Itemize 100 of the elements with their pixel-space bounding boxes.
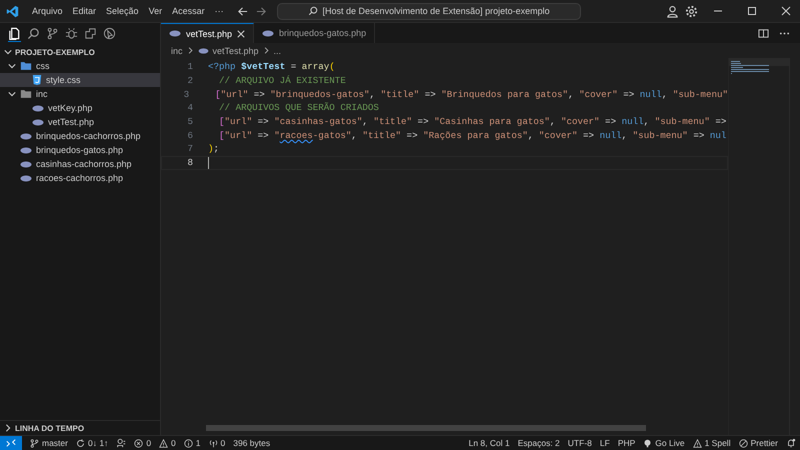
status-item[interactable]: LF xyxy=(596,438,614,448)
remote-button[interactable] xyxy=(0,436,22,450)
settings-icon[interactable] xyxy=(685,4,698,18)
editor-tab[interactable]: vetTest.php xyxy=(161,23,254,43)
app-logo-icon xyxy=(6,4,19,18)
menu-item[interactable]: Arquivo xyxy=(27,6,68,16)
code-line: ["url" => "casinhas-gatos", "title" => "Casinhas para gatos", "cover" => null, "sub-menu" => xyxy=(218,116,726,128)
tree-item[interactable]: inc xyxy=(0,87,160,101)
menu-item[interactable]: ··· xyxy=(210,6,229,16)
tree-item[interactable]: brinquedos-cachorros.php xyxy=(0,129,160,143)
line-number: 5 xyxy=(186,116,193,128)
sync-icon xyxy=(76,438,85,448)
horizontal-scrollbar[interactable] xyxy=(206,425,646,431)
command-center[interactable]: [Host de Desenvolvimento de Extensão] projeto-exemplo xyxy=(276,2,581,20)
php-file-icon xyxy=(20,146,32,154)
explorer-title: PROJETO-EXEMPLO xyxy=(15,48,95,56)
line-number: 8 xyxy=(186,157,193,168)
maximize-icon[interactable] xyxy=(747,6,757,16)
warning-icon xyxy=(159,438,168,448)
php-file-icon xyxy=(32,104,44,112)
status-item[interactable]: Go Live xyxy=(639,438,689,448)
line-number: 6 xyxy=(186,130,193,141)
line-number: 1 xyxy=(186,61,193,72)
remote-explorer-icon[interactable] xyxy=(103,26,116,40)
line-number: 4 xyxy=(186,102,193,114)
line-number: 7 xyxy=(186,143,193,154)
chevron-icon xyxy=(4,424,12,432)
php-file-icon xyxy=(169,30,181,37)
info-icon xyxy=(184,438,193,448)
php-file-icon xyxy=(20,174,32,182)
close-icon[interactable] xyxy=(781,6,791,16)
search-icon xyxy=(308,6,318,16)
code-line: ["url" => "brinquedos-gatos", "title" => "Brinquedos para gatos", "cover" => null, "sub-menu" xyxy=(214,88,728,100)
status-item[interactable]: UTF-8 xyxy=(564,438,596,448)
php-file-icon xyxy=(32,118,44,126)
status-item[interactable]: 0 xyxy=(155,438,180,448)
php-file-icon xyxy=(262,30,274,36)
branch-icon xyxy=(30,438,39,448)
tree-item[interactable]: racoes-cachorros.php xyxy=(0,171,160,185)
code-line: ["url" => "racoes-gatos", "title" => "Rações para gatos", "cover" => null, "sub-menu" => nul xyxy=(218,130,726,141)
account-icon[interactable] xyxy=(666,4,679,18)
status-item[interactable]: PHP xyxy=(614,438,640,448)
menu-item[interactable]: Editar xyxy=(68,6,102,16)
folder-icon xyxy=(20,61,32,71)
tree-item[interactable]: brinquedos-gatos.php xyxy=(0,143,160,157)
tree-item[interactable]: vetKey.php xyxy=(0,101,160,115)
status-item[interactable]: 1 Spell xyxy=(688,438,735,448)
folder-icon xyxy=(20,89,32,99)
status-item[interactable]: master xyxy=(26,438,72,448)
bell-icon xyxy=(786,438,796,448)
line-number: 3 xyxy=(182,88,190,100)
branch-icon[interactable] xyxy=(46,26,59,40)
text-cursor xyxy=(208,156,209,169)
search-icon[interactable] xyxy=(27,26,40,40)
chevron-icon xyxy=(262,47,270,54)
breadcrumb-item[interactable]: ... xyxy=(274,46,282,56)
prohibited-icon xyxy=(738,438,748,448)
tree-item[interactable]: casinhas-cachorros.php xyxy=(0,157,160,171)
status-item[interactable]: 0 xyxy=(204,438,230,448)
status-item[interactable]: Prettier xyxy=(734,438,782,448)
menu-item[interactable]: Acessar xyxy=(167,6,210,16)
code-line: <?php $vetTest = array( xyxy=(208,61,335,72)
status-item[interactable]: Ln 8, Col 1 xyxy=(464,438,514,448)
antenna-icon xyxy=(208,438,218,448)
status-item[interactable]: 0↓ 1↑ xyxy=(72,438,112,448)
status-item[interactable]: 1 xyxy=(180,438,205,448)
php-file-icon xyxy=(20,160,32,168)
broadcast-icon xyxy=(643,438,652,448)
tools-icon xyxy=(116,438,126,448)
php-file-icon xyxy=(20,132,32,140)
extensions-icon[interactable] xyxy=(84,26,97,40)
code-line: ); xyxy=(208,143,220,154)
status-item[interactable]: 0 xyxy=(130,438,156,448)
back-arrow-icon[interactable] xyxy=(236,6,248,16)
error-icon xyxy=(134,438,144,448)
forward-arrow-icon[interactable] xyxy=(256,6,267,16)
timeline-title: LINHA DO TEMPO xyxy=(15,424,84,432)
status-item[interactable]: Espaços: 2 xyxy=(514,438,564,448)
editor-tab[interactable]: brinquedos-gatos.php xyxy=(254,23,376,43)
bug-icon[interactable] xyxy=(65,26,78,40)
warning-icon xyxy=(692,438,702,448)
close-icon[interactable] xyxy=(237,30,246,38)
php-file-icon xyxy=(198,48,209,54)
breadcrumb-item[interactable]: inc xyxy=(171,46,183,56)
chevron-icon xyxy=(8,90,16,98)
css-file-icon xyxy=(32,75,42,85)
status-item[interactable]: 396 bytes xyxy=(229,438,274,448)
menu-item[interactable]: Seleção xyxy=(101,6,144,16)
tree-item[interactable]: style.css xyxy=(0,73,160,87)
line-number: 2 xyxy=(186,75,193,86)
tree-item[interactable]: css xyxy=(0,59,160,73)
explorer-section-header[interactable]: PROJETO-EXEMPLO xyxy=(0,45,160,59)
breadcrumb-item[interactable]: vetTest.php xyxy=(212,46,259,56)
split-editor-icon[interactable] xyxy=(758,28,769,38)
chevron-icon xyxy=(186,47,194,54)
tree-item[interactable]: vetTest.php xyxy=(0,115,160,129)
files-icon[interactable] xyxy=(8,26,21,40)
menu-item[interactable]: Ver xyxy=(144,6,168,16)
remote-icon xyxy=(6,438,16,448)
code-line: // ARQUIVOS QUE SERÃO CRIADOS xyxy=(218,102,379,114)
